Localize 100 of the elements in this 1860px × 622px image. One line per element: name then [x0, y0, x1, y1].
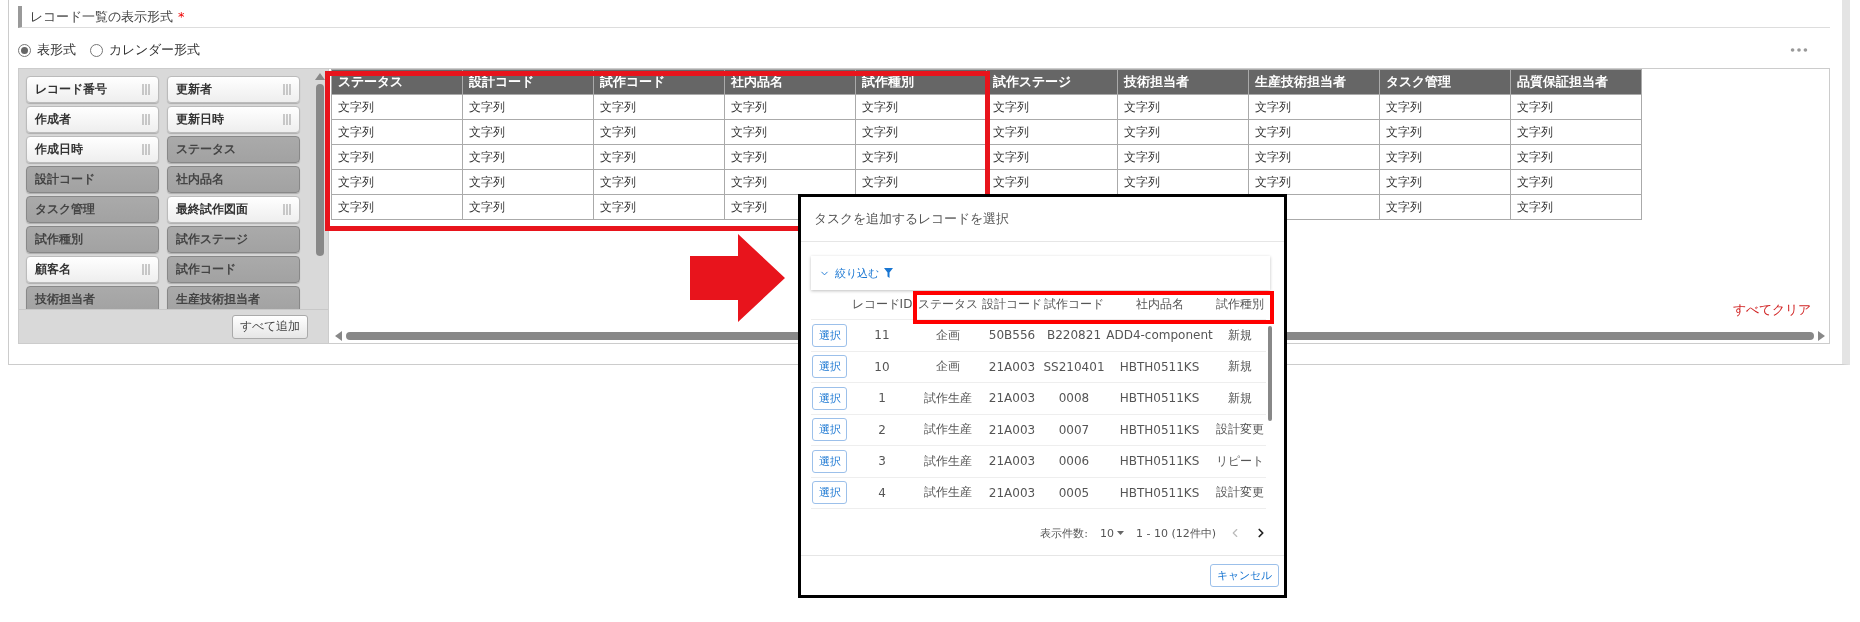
table-cell: 文字列 — [331, 144, 463, 170]
field-chip[interactable]: 試作ステージ — [167, 226, 300, 253]
filter-bar[interactable]: 絞り込む — [811, 256, 1270, 290]
table-cell-text: 新規 — [1227, 326, 1253, 344]
scroll-up-icon[interactable] — [314, 73, 325, 80]
column-header: 生産技術担当者 — [1248, 69, 1380, 95]
table-cell-text: 企画 — [935, 358, 961, 376]
field-chip[interactable]: 生産技術担当者 — [167, 286, 300, 309]
select-button[interactable]: 選択 — [812, 386, 847, 410]
field-label: 最終試作図面 — [176, 201, 248, 218]
field-chip[interactable]: 更新日時 — [167, 106, 300, 133]
table-cell: 文字列 — [462, 94, 594, 120]
table-cell: 文字列 — [462, 169, 594, 195]
table-cell: 文字列 — [1379, 119, 1511, 145]
field-label: 顧客名 — [35, 261, 71, 278]
cancel-button[interactable]: キャンセル — [1210, 564, 1279, 587]
table-cell: 文字列 — [1510, 194, 1642, 220]
grip-icon[interactable] — [283, 204, 291, 215]
table-cell-text: 設計変更 — [1215, 421, 1265, 439]
table-cell-text: HBTH0511KS — [1118, 485, 1201, 500]
field-label: 更新者 — [176, 81, 212, 98]
field-chip[interactable]: レコード番号 — [26, 76, 159, 103]
scroll-left-icon[interactable] — [335, 331, 342, 341]
field-label: 作成日時 — [35, 141, 83, 158]
field-label: 技術担当者 — [35, 291, 95, 308]
add-all-button[interactable]: すべて追加 — [232, 314, 308, 339]
field-chip[interactable]: タスク管理 — [26, 196, 159, 223]
table-cell: 文字列 — [1379, 169, 1511, 195]
field-label: 試作ステージ — [176, 231, 248, 248]
field-chip[interactable]: 作成者 — [26, 106, 159, 133]
field-chip[interactable]: 試作コード — [167, 256, 300, 283]
table-cell: SS210401 — [1043, 359, 1105, 374]
column-header: タスク管理 — [1379, 69, 1511, 95]
column-header: 設計コード — [981, 296, 1043, 313]
field-chip[interactable]: 作成日時 — [26, 136, 159, 163]
field-chip[interactable]: 技術担当者 — [26, 286, 159, 309]
field-chip[interactable]: 更新者 — [167, 76, 300, 103]
field-chip[interactable]: 設計コード — [26, 166, 159, 193]
column-header: 社内品名 — [1134, 296, 1185, 313]
caret-icon[interactable] — [1116, 531, 1124, 535]
table-cell: 文字列 — [1117, 94, 1249, 120]
table-cell-text: 3 — [877, 454, 887, 469]
field-label: ステータス — [176, 141, 236, 158]
table-cell-text: 11 — [873, 328, 891, 343]
clear-all-link[interactable]: すべてクリア — [1733, 301, 1811, 319]
field-chip[interactable]: 最終試作図面 — [167, 196, 300, 223]
table-cell-text: 新規 — [1227, 389, 1253, 407]
table-cell-text: 2 — [877, 422, 887, 437]
table-cell: 文字列 — [593, 144, 725, 170]
table-cell-text: B220821 — [1045, 328, 1102, 343]
field-label: 試作コード — [176, 261, 236, 278]
table-cell-text: 21A003 — [987, 359, 1037, 374]
table-cell-text: 0006 — [1057, 454, 1091, 469]
table-cell-text: 0005 — [1057, 485, 1091, 500]
scroll-right-icon[interactable] — [1818, 331, 1825, 341]
table-cell-text: HBTH0511KS — [1118, 391, 1201, 406]
table-cell: 文字列 — [1510, 94, 1642, 120]
table-cell: 文字列 — [462, 144, 594, 170]
grip-icon[interactable] — [142, 84, 150, 95]
grip-icon[interactable] — [283, 114, 291, 125]
table-cell: 文字列 — [331, 169, 463, 195]
column-header: 試作ステージ — [986, 69, 1118, 95]
table-cell-text: 50B556 — [987, 328, 1037, 343]
table-cell: 文字列 — [1117, 119, 1249, 145]
field-chip[interactable]: 社内品名 — [167, 166, 300, 193]
select-button[interactable]: 選択 — [812, 355, 847, 379]
table-cell: 文字列 — [331, 94, 463, 120]
select-button[interactable]: 選択 — [812, 323, 847, 347]
grip-icon[interactable] — [142, 114, 150, 125]
field-chip[interactable]: 顧客名 — [26, 256, 159, 283]
table-cell-text: 0007 — [1057, 422, 1091, 437]
table-cell-text: HBTH0511KS — [1118, 359, 1201, 374]
display-mode-radio[interactable]: カレンダー形式 — [90, 41, 200, 59]
table-cell: 文字列 — [1379, 194, 1511, 220]
page-range: 1 - 10 (12件中) — [1135, 525, 1216, 541]
field-label: タスク管理 — [35, 201, 95, 218]
select-button[interactable]: 選択 — [812, 418, 847, 442]
field-chip[interactable]: ステータス — [167, 136, 300, 163]
filter-icon[interactable] — [884, 268, 893, 278]
grip-icon[interactable] — [283, 84, 291, 95]
field-label: 試作種別 — [35, 231, 83, 248]
table-cell-text: 10 — [873, 359, 891, 374]
select-button[interactable]: 選択 — [812, 481, 847, 505]
table-cell-text: 試作生産 — [923, 421, 973, 439]
rows-per-page-select[interactable]: 10 — [1099, 526, 1124, 540]
table-cell-text: 試作生産 — [923, 389, 973, 407]
column-header: ステータス — [917, 296, 979, 313]
display-mode-radio[interactable]: 表形式 — [18, 41, 76, 59]
table-cell: 文字列 — [1379, 144, 1511, 170]
table-cell-text: 企画 — [935, 326, 961, 344]
select-button[interactable]: 選択 — [812, 449, 847, 473]
table-cell-text: 新規 — [1227, 358, 1253, 376]
table-cell-text: 設計変更 — [1215, 484, 1265, 502]
grip-icon[interactable] — [142, 144, 150, 155]
field-chip[interactable]: 試作種別 — [26, 226, 159, 253]
table-cell-text: 試作生産 — [923, 452, 973, 470]
grip-icon[interactable] — [142, 264, 150, 275]
field-label: 設計コード — [35, 171, 95, 188]
table-cell-text: 21A003 — [987, 422, 1037, 437]
table-cell: 文字列 — [724, 94, 856, 120]
